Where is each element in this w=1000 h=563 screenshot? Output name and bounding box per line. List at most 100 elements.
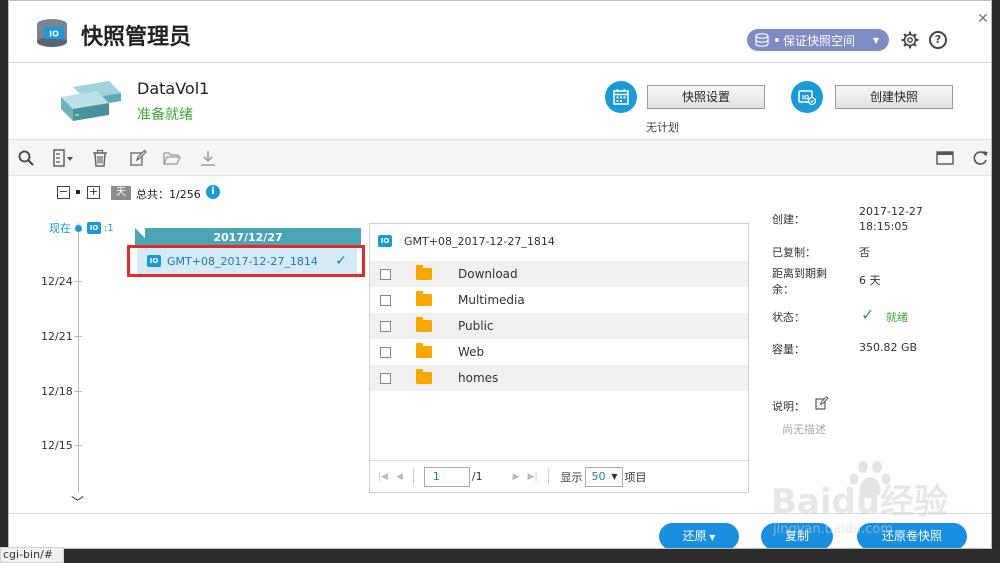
folder-icon xyxy=(416,343,432,358)
folder-icon xyxy=(416,291,432,306)
description-empty: 尚无描述 xyxy=(782,423,826,436)
created-date: 2017-12-27 xyxy=(859,205,923,218)
volume-icon xyxy=(61,81,121,121)
browser-status-url: cgi-bin/# xyxy=(0,547,64,563)
view-mode-dropdown-icon[interactable] xyxy=(51,149,77,167)
description-label: 说明： xyxy=(772,400,805,413)
status-label: 状态： xyxy=(772,311,805,324)
created-time: 18:15:05 xyxy=(859,220,909,233)
file-name: homes xyxy=(458,371,499,385)
file-name: Multimedia xyxy=(458,293,525,307)
timeline-date: 12/18 xyxy=(41,385,73,398)
items-per-page-select[interactable]: 50 ▼ xyxy=(584,466,623,487)
prev-page-icon[interactable]: ◀ xyxy=(396,472,403,482)
file-row[interactable]: Web xyxy=(370,339,748,365)
zoom-in-button[interactable]: + xyxy=(87,186,100,199)
restore-label: 还原 xyxy=(682,529,707,543)
caret-down-icon: ▼ xyxy=(611,471,618,481)
last-page-icon[interactable]: ▶| xyxy=(528,472,538,482)
file-name: Download xyxy=(458,267,518,281)
timeline-date: 12/15 xyxy=(41,439,73,452)
background-left xyxy=(0,0,8,563)
folder-icon xyxy=(416,369,432,384)
snapshot-marker-icon[interactable]: IO xyxy=(87,222,101,234)
search-icon[interactable] xyxy=(17,149,35,167)
file-checkbox[interactable] xyxy=(380,320,391,332)
close-icon[interactable]: ✕ xyxy=(977,11,989,27)
pagination-bar: |◀ ◀ 1 /1 ▶ ▶| 显示 50 ▼ 项目 xyxy=(370,460,748,492)
pager-divider xyxy=(412,468,414,485)
bullet-dot xyxy=(775,38,779,42)
background-bottom xyxy=(0,549,1000,563)
snapshot-manager-window: IO 快照管理员 保证快照空间 ▼ ? ✕ DataVol1 准备就绪 快照设置… xyxy=(8,0,992,549)
status-value: 就绪 xyxy=(886,311,908,324)
timeline-tick xyxy=(75,391,82,392)
schedule-calendar-icon[interactable] xyxy=(605,81,637,113)
edit-description-icon[interactable] xyxy=(815,396,829,410)
app-logo-icon: IO xyxy=(37,19,67,47)
file-checkbox[interactable] xyxy=(380,372,391,384)
copied-value: 否 xyxy=(859,246,870,259)
restore-dropdown-button[interactable]: 还原 ▼ xyxy=(659,523,739,548)
timeline-date: 12/21 xyxy=(41,330,73,343)
zoom-level-marker xyxy=(76,190,80,194)
app-title: 快照管理员 xyxy=(81,25,192,50)
svg-text:IO: IO xyxy=(49,30,59,39)
copied-label: 已复制： xyxy=(772,246,816,259)
footer xyxy=(9,513,991,548)
next-page-icon[interactable]: ▶ xyxy=(513,472,520,482)
timeline-tick xyxy=(75,281,82,282)
pager-divider xyxy=(547,468,549,485)
zoom-out-button[interactable]: − xyxy=(57,186,70,199)
info-icon[interactable]: i xyxy=(206,185,220,199)
revert-volume-snapshot-button[interactable]: 还原卷快照 xyxy=(857,523,967,548)
day-scale-tag[interactable]: 天 xyxy=(111,186,131,200)
snapshot-count: :1 xyxy=(104,223,114,234)
page-number-input[interactable]: 1 xyxy=(423,466,470,487)
file-row[interactable]: Download xyxy=(370,261,748,287)
guarantee-space-label: 保证快照空间 xyxy=(783,33,856,48)
file-checkbox[interactable] xyxy=(380,294,391,306)
status-check-icon: ✓ xyxy=(861,305,875,324)
folder-icon xyxy=(416,265,432,280)
timeline-date: 12/24 xyxy=(41,275,73,288)
caret-down-icon: ▼ xyxy=(706,533,716,542)
file-row[interactable]: Public xyxy=(370,313,748,339)
guarantee-space-dropdown[interactable]: 保证快照空间 ▼ xyxy=(747,29,889,51)
refresh-icon[interactable] xyxy=(971,149,989,167)
edit-icon[interactable] xyxy=(129,149,147,167)
file-row[interactable]: Multimedia xyxy=(370,287,748,313)
window-icon[interactable] xyxy=(936,149,954,167)
trash-icon[interactable] xyxy=(91,149,109,167)
create-snapshot-icon[interactable]: IO xyxy=(791,81,823,113)
volume-name: DataVol1 xyxy=(137,79,210,98)
file-row[interactable]: homes xyxy=(370,365,748,391)
selection-highlight-box xyxy=(127,245,365,277)
schedule-status: 无计划 xyxy=(646,121,679,134)
capacity-label: 容量： xyxy=(772,343,805,356)
database-icon xyxy=(755,33,769,47)
help-icon[interactable]: ? xyxy=(929,31,947,49)
file-panel-header: IO GMT+08_2017-12-27_1814 xyxy=(370,224,748,258)
timeline-now-label: 现在 xyxy=(49,222,71,235)
file-checkbox[interactable] xyxy=(380,268,391,280)
snapshot-file-panel: IO GMT+08_2017-12-27_1814 Download Multi… xyxy=(369,223,749,493)
download-icon[interactable] xyxy=(199,149,217,167)
file-checkbox[interactable] xyxy=(380,346,391,358)
expire-value: 6 天 xyxy=(859,274,881,287)
chevron-down-icon[interactable]: ﹀ xyxy=(71,492,84,511)
snapshot-settings-button[interactable]: 快照设置 xyxy=(647,85,765,109)
timeline-now-marker xyxy=(75,225,82,232)
header: IO 快照管理员 保证快照空间 ▼ ? ✕ xyxy=(9,1,991,63)
first-page-icon[interactable]: |◀ xyxy=(378,472,388,482)
date-tab-notch xyxy=(135,228,145,238)
file-panel-title: GMT+08_2017-12-27_1814 xyxy=(404,234,555,248)
show-label: 显示 xyxy=(560,470,583,484)
items-per-page-value: 50 xyxy=(591,469,606,483)
folder-open-icon[interactable] xyxy=(163,149,181,167)
timeline-tick xyxy=(75,445,82,446)
toolbar xyxy=(9,139,991,176)
create-snapshot-button[interactable]: 创建快照 xyxy=(835,85,953,109)
gear-icon[interactable] xyxy=(901,31,919,49)
copy-button[interactable]: 复制 xyxy=(761,523,833,548)
